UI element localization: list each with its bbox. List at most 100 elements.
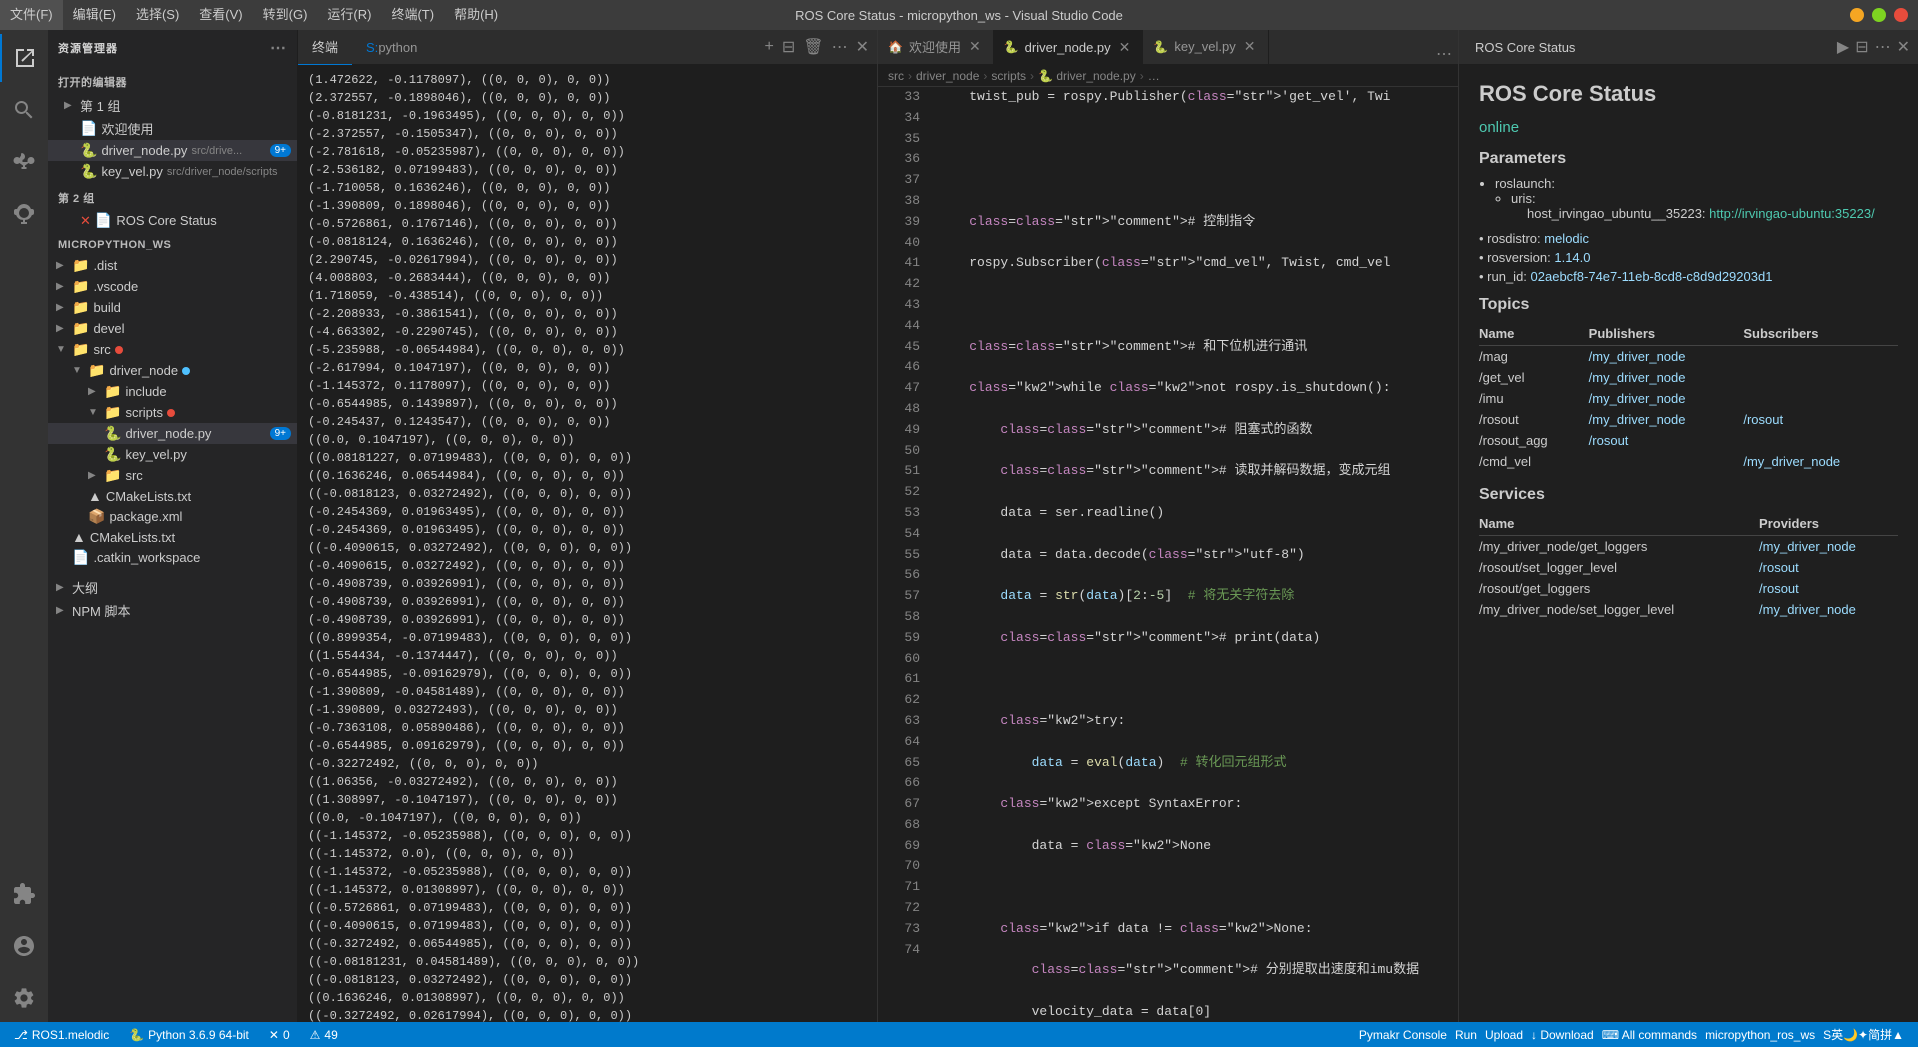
breadcrumb-file[interactable]: 🐍 driver_node.py [1038,69,1136,83]
status-python[interactable]: 🐍 Python 3.6.9 64-bit [125,1028,253,1042]
sidebar-keyvel-file[interactable]: 🐍 key_vel.py src/driver_node/scripts [48,161,297,182]
tree-driver-py[interactable]: 🐍 driver_node.py 9+ [48,423,297,444]
code-line [938,877,1448,898]
outline-section[interactable]: ▶ 大纲 [48,576,297,599]
tab-welcome[interactable]: 🏠 欢迎使用 ✕ [878,30,994,64]
menu-run[interactable]: 运行(R) [317,0,381,30]
ros-run[interactable]: ▶ [1837,37,1849,57]
terminal-tab[interactable]: 终端 [298,30,352,65]
param-rosversion: • rosversion: 1.14.0 [1479,250,1898,265]
menu-help[interactable]: 帮助(H) [444,0,508,30]
line-number: 52 [886,482,920,503]
tree-scripts[interactable]: ▼ 📁 scripts [48,402,297,423]
close-welcome-tab[interactable]: ✕ [967,36,983,57]
menu-edit[interactable]: 编辑(E) [63,0,126,30]
tree-cmakelists2[interactable]: ▲ CMakeLists.txt [48,527,297,547]
menu-terminal[interactable]: 终端(T) [381,0,444,30]
tree-include[interactable]: ▶ 📁 include [48,381,297,402]
sidebar-welcome-file[interactable]: 📄 欢迎使用 [48,117,297,140]
activity-scm[interactable] [0,138,48,186]
line-number: 45 [886,337,920,358]
ros-topics-title: Topics [1479,296,1898,314]
activity-account[interactable] [0,922,48,970]
services-col-name: Name [1479,512,1759,536]
activity-settings[interactable] [0,974,48,1022]
tree-build[interactable]: ▶ 📁 build [48,297,297,318]
sidebar-header-actions[interactable]: ⋯ [270,38,287,58]
terminal-close[interactable]: ✕ [856,37,869,57]
status-upload[interactable]: Upload [1481,1026,1527,1043]
terminal-split[interactable]: ⊟ [782,37,795,57]
terminal-actions: + ⊟ 🗑 ⋯ ✕ [757,37,877,57]
minimize-button[interactable] [1850,8,1864,22]
tree-keyvel-py[interactable]: 🐍 key_vel.py [48,444,297,465]
breadcrumb-scripts[interactable]: scripts [991,69,1026,83]
ros-close[interactable]: ✕ [1897,37,1910,57]
npm-section[interactable]: ▶ NPM 脚本 [48,599,297,622]
activity-explorer[interactable] [0,34,48,82]
ros-more[interactable]: ⋯ [1875,37,1891,57]
ros-panel: ROS Core Status ▶ ⊟ ⋯ ✕ ROS Core Status … [1458,30,1918,1022]
line-number: 69 [886,836,920,857]
activity-extensions[interactable] [0,870,48,918]
tab-more[interactable]: ⋯ [1436,44,1452,64]
line-number: 67 [886,794,920,815]
breadcrumb-driver[interactable]: driver_node [916,69,979,83]
terminal-line: ((0.1636246, 0.01308997), ((0, 0, 0), 0,… [308,989,867,1007]
tree-dist[interactable]: ▶ 📁 .dist [48,255,297,276]
activity-debug[interactable] [0,190,48,238]
status-workspace[interactable]: micropython_ros_ws [1701,1026,1819,1043]
status-git[interactable]: ⎇ ROS1.melodic [10,1028,113,1042]
terminal-line: (-0.2454369, 0.01963495), ((0, 0, 0), 0,… [308,521,867,539]
status-pymakr[interactable]: Pymakr Console [1355,1026,1451,1043]
error-icon: ✕ [269,1028,279,1042]
breadcrumb-more[interactable]: … [1148,69,1160,83]
tab-keyvel[interactable]: 🐍 key_vel.py ✕ [1143,30,1268,64]
status-download[interactable]: ↓ Download [1527,1026,1598,1043]
tree-src[interactable]: ▼ 📁 src [48,339,297,360]
menu-goto[interactable]: 转到(G) [253,0,318,30]
code-line: data = ser.readline() [938,503,1448,524]
tree-catkin[interactable]: 📄 .catkin_workspace [48,547,297,568]
status-errors[interactable]: ✕ 0 [265,1028,294,1042]
line-number: 46 [886,357,920,378]
menu-select[interactable]: 选择(S) [126,0,189,30]
topics-row: /rosout/my_driver_node/rosout [1479,409,1898,430]
line-number: 38 [886,191,920,212]
tree-cmakelists[interactable]: ▲ CMakeLists.txt [48,486,297,506]
close-keyvel-tab[interactable]: ✕ [1242,36,1258,57]
line-number: 53 [886,503,920,524]
close-button[interactable] [1894,8,1908,22]
tree-driver-node[interactable]: ▼ 📁 driver_node [48,360,297,381]
tree-vscode[interactable]: ▶ 📁 .vscode [48,276,297,297]
activity-search[interactable] [0,86,48,134]
terminal-line: ((-1.145372, -0.05235988), ((0, 0, 0), 0… [308,863,867,881]
status-run[interactable]: Run [1451,1026,1481,1043]
ros-split[interactable]: ⊟ [1855,37,1868,57]
tab-driver[interactable]: 🐍 driver_node.py ✕ [994,30,1144,64]
status-commands[interactable]: ⌨ All commands [1598,1026,1701,1043]
status-warnings[interactable]: ⚠ 49 [306,1028,342,1042]
terminal-line: (-0.0818124, 0.1636246), ((0, 0, 0), 0, … [308,233,867,251]
tree-package[interactable]: 📦 package.xml [48,506,297,527]
maximize-button[interactable] [1872,8,1886,22]
breadcrumb-src[interactable]: src [888,69,904,83]
sidebar-ros-status-file[interactable]: ✕ 📄 ROS Core Status [48,210,297,231]
terminal-trash[interactable]: 🗑 [803,37,823,57]
status-ime[interactable]: S英🌙✦简拼▲ [1819,1026,1908,1043]
line-number: 42 [886,274,920,295]
tree-devel[interactable]: ▶ 📁 devel [48,318,297,339]
terminal-add[interactable]: + [765,38,774,56]
ros-tab[interactable]: ROS Core Status [1467,30,1583,65]
terminal-python-tab[interactable]: S: python [352,30,431,65]
terminal-more[interactable]: ⋯ [832,37,848,57]
close-driver-tab[interactable]: ✕ [1117,37,1133,58]
terminal-line: ((1.308997, -0.1047197), ((0, 0, 0), 0, … [308,791,867,809]
menu-view[interactable]: 查看(V) [189,0,252,30]
tree-src2[interactable]: ▶ 📁 src [48,465,297,486]
line-number: 51 [886,461,920,482]
code-content[interactable]: twist_pub = rospy.Publisher(class="str">… [928,87,1458,1022]
menu-file[interactable]: 文件(F) [0,0,63,30]
sidebar-driver-file[interactable]: 🐍 driver_node.py src/drive... 9+ [48,140,297,161]
code-editor[interactable]: 3334353637383940414243444546474849505152… [878,87,1458,1022]
